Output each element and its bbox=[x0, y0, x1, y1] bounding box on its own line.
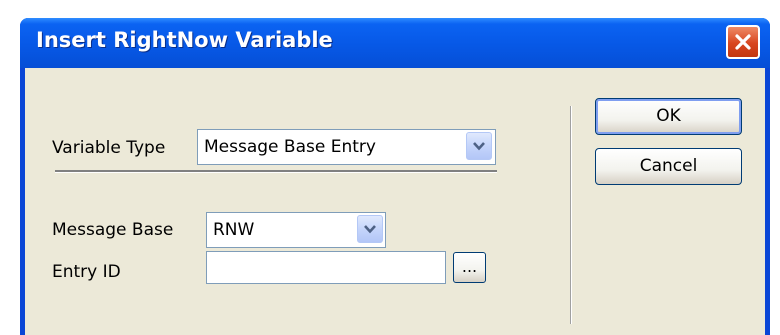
close-x-icon bbox=[735, 34, 751, 50]
cancel-button[interactable]: Cancel bbox=[595, 148, 742, 185]
ok-button-label: OK bbox=[656, 106, 681, 126]
variable-type-label: Variable Type bbox=[52, 138, 166, 158]
browse-button[interactable]: ... bbox=[453, 252, 486, 283]
dialog-title: Insert RightNow Variable bbox=[36, 28, 333, 52]
vertical-divider bbox=[570, 106, 572, 324]
ok-button[interactable]: OK bbox=[595, 98, 742, 135]
message-base-label: Message Base bbox=[52, 220, 174, 240]
entry-id-input[interactable] bbox=[206, 251, 446, 284]
cancel-button-label: Cancel bbox=[639, 156, 698, 176]
dialog-body: Variable Type Message Base Entry Message… bbox=[25, 68, 765, 335]
chevron-down-icon bbox=[364, 225, 376, 234]
close-button[interactable] bbox=[726, 25, 760, 59]
variable-type-select[interactable]: Message Base Entry bbox=[197, 129, 496, 165]
divider-line bbox=[55, 170, 497, 173]
browse-button-label: ... bbox=[461, 257, 478, 276]
message-base-dropdown-button[interactable] bbox=[357, 215, 383, 243]
dialog-window: Insert RightNow Variable Variable Type M… bbox=[20, 18, 770, 335]
message-base-select[interactable]: RNW bbox=[206, 212, 386, 248]
variable-type-value: Message Base Entry bbox=[204, 137, 376, 157]
variable-type-dropdown-button[interactable] bbox=[466, 132, 492, 160]
title-bar[interactable]: Insert RightNow Variable bbox=[20, 18, 770, 68]
entry-id-label: Entry ID bbox=[52, 262, 121, 282]
message-base-value: RNW bbox=[213, 220, 255, 240]
chevron-down-icon bbox=[473, 142, 485, 151]
